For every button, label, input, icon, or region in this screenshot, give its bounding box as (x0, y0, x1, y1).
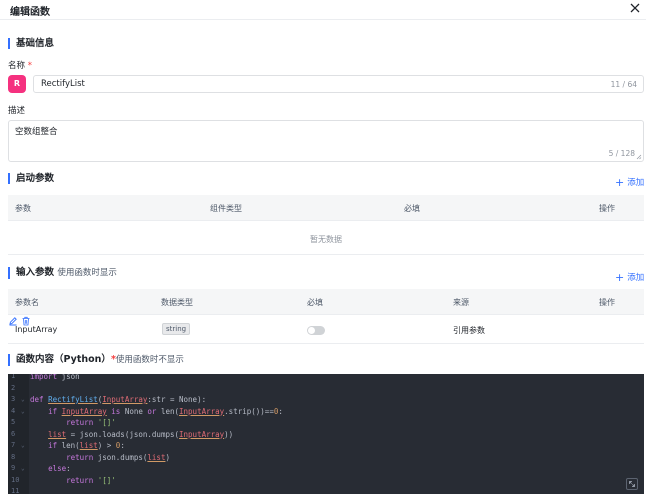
inputs-table-header: 参数名 数据类型 必填 来源 操作 (8, 289, 644, 315)
col-param: 参数 (15, 204, 31, 213)
section-title-basic-text: 基础信息 (16, 38, 55, 49)
col-component-type: 组件类型 (210, 204, 242, 213)
fold-arrow-icon[interactable]: ⌄ (21, 406, 25, 418)
line-number: 6 (11, 429, 16, 438)
fold-arrow-icon[interactable]: ⌄ (21, 440, 25, 452)
name-char-count: 11 / 64 (610, 80, 637, 89)
line-number: 2 (11, 383, 16, 392)
code-line: 6 list = json.loads(json.dumps(InputArra… (11, 429, 234, 439)
line-number: 10 (11, 475, 20, 484)
startup-empty-state: 暂无数据 (8, 225, 644, 255)
section-title-startup: 启动参数 (8, 173, 54, 184)
add-startup-label: 添加 (627, 178, 645, 188)
desc-textarea[interactable]: 空数组整合 5 / 128 (8, 120, 644, 162)
add-startup-param-button[interactable]: + 添加 (615, 176, 644, 189)
code-line: 5 return '[]' (11, 418, 116, 427)
param-name-cell: InputArray (15, 325, 58, 334)
section-title-inputs: 输入参数 使用函数时显示 (8, 267, 117, 279)
desc-label: 描述 (8, 104, 25, 116)
code-line: 9 ⌄ else: (11, 463, 71, 475)
toggle-knob (308, 327, 315, 334)
code-editor[interactable]: 1 import json 2 3 ⌄ def RectifyList(InputAr… (8, 374, 644, 494)
line-number: 5 (11, 418, 16, 426)
line-number: 1 (11, 374, 16, 380)
col-required: 必填 (404, 204, 420, 213)
fold-arrow-icon[interactable]: ⌄ (21, 394, 25, 406)
source-cell: 引用参数 (453, 326, 485, 335)
section-title-code: 函数内容（Python）*使用函数时不显示 (8, 354, 184, 366)
col-actions: 操作 (599, 298, 615, 307)
name-label: 名称 * (8, 59, 32, 71)
section-title-code-text: 函数内容（Python） (16, 354, 111, 365)
close-icon[interactable] (628, 1, 642, 15)
code-line: 11 (8, 486, 644, 494)
section-title-startup-text: 启动参数 (16, 173, 55, 184)
section-title-inputs-text: 输入参数 (16, 267, 55, 278)
code-line: 8 return json.dumps(list) (11, 452, 170, 462)
code-line: 3 ⌄ def RectifyList(InputArray:str = None)… (11, 394, 207, 406)
expand-icon[interactable] (626, 478, 638, 490)
col-param-name: 参数名 (15, 298, 39, 307)
section-code-sub: 使用函数时不显示 (115, 355, 184, 365)
name-label-text: 名称 (8, 61, 26, 71)
desc-char-count: 5 / 128 (608, 149, 635, 158)
plus-icon: + (615, 176, 625, 189)
code-line: 2 (8, 383, 644, 395)
dialog-title: 编辑函数 (10, 7, 50, 18)
startup-table-header: 参数 组件类型 必填 操作 (8, 195, 644, 221)
code-line: 10 return '[]' (11, 475, 116, 485)
section-title-basic: 基础信息 (8, 38, 54, 49)
name-input-value: RectifyList (41, 79, 85, 89)
required-toggle[interactable] (307, 326, 325, 335)
code-line: 7 ⌄ if len(list) > 0: (11, 440, 125, 452)
col-actions: 操作 (599, 204, 615, 213)
fold-arrow-icon[interactable]: ⌄ (21, 463, 25, 475)
desc-textarea-value: 空数组整合 (15, 127, 58, 137)
table-row: InputArray string 引用参数 (8, 316, 644, 344)
name-input[interactable]: RectifyList 11 / 64 (33, 75, 644, 93)
col-required: 必填 (307, 298, 323, 307)
required-mark: * (27, 61, 32, 71)
resize-grip-icon[interactable] (636, 154, 642, 160)
add-input-param-button[interactable]: + 添加 (615, 271, 644, 284)
section-inputs-sub: 使用函数时显示 (57, 268, 117, 278)
line-number: 8 (11, 452, 16, 461)
plus-icon: + (615, 271, 625, 284)
col-data-type: 数据类型 (161, 298, 193, 307)
dialog-header: 编辑函数 (0, 0, 646, 20)
function-avatar[interactable]: R (8, 75, 26, 93)
code-line: 1 import json (8, 374, 644, 383)
col-source: 来源 (453, 298, 469, 307)
desc-label-text: 描述 (8, 106, 26, 116)
data-type-tag: string (162, 323, 191, 335)
code-line: 4 ⌄ if InputArray is None or len(InputArr… (11, 406, 283, 418)
add-input-label: 添加 (627, 273, 645, 283)
line-number: 11 (11, 487, 20, 494)
